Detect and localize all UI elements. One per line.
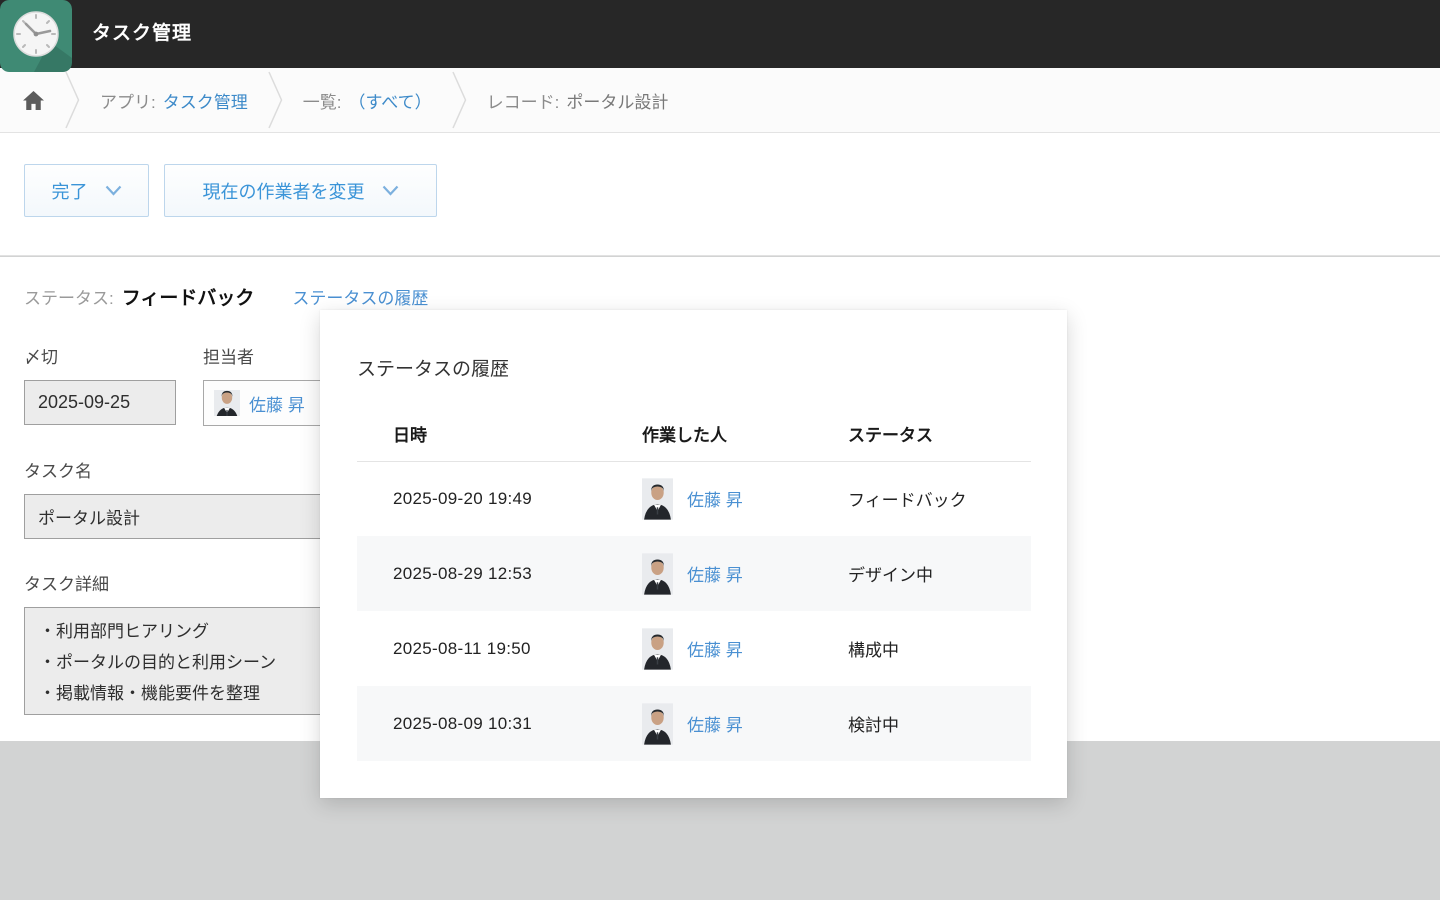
history-datetime: 2025-08-11 19:50 [357, 611, 606, 686]
column-header-datetime: 日時 [357, 412, 606, 461]
table-row: 2025-08-11 19:50 佐藤 昇 構成中 [357, 611, 1031, 686]
user-photo-avatar [642, 702, 673, 746]
breadcrumb-app-link[interactable]: タスク管理 [163, 88, 248, 113]
breadcrumb-app-label: アプリ: [100, 88, 156, 113]
deadline-value: 2025-09-25 [38, 392, 130, 413]
chevron-down-icon [105, 180, 122, 201]
history-status: 検討中 [812, 686, 1031, 761]
user-photo-avatar [214, 390, 240, 416]
chevron-down-icon [382, 180, 399, 201]
status-value: フィードバック [122, 283, 255, 310]
complete-status-button-label: 完了 [52, 178, 88, 204]
deadline-field: 〆切 2025-09-25 [24, 343, 176, 426]
history-datetime: 2025-09-20 19:49 [357, 461, 606, 536]
breadcrumb-record-name: ポータル設計 [566, 88, 668, 113]
deadline-input[interactable]: 2025-09-25 [24, 380, 176, 425]
user-photo-avatar [642, 477, 673, 521]
breadcrumb: アプリ: タスク管理 一覧: （すべて） レコード: ポータル設計 [0, 68, 1440, 133]
history-user-link[interactable]: 佐藤 昇 [687, 486, 743, 511]
history-user-link[interactable]: 佐藤 昇 [687, 711, 743, 736]
change-worker-button[interactable]: 現在の作業者を変更 [164, 164, 437, 217]
breadcrumb-record-label: レコード: [487, 88, 560, 113]
change-worker-button-label: 現在の作業者を変更 [203, 178, 365, 204]
clock-icon [0, 0, 72, 72]
app-header: タスク管理 [0, 0, 1440, 68]
history-user-link[interactable]: 佐藤 昇 [687, 561, 743, 586]
table-row: 2025-09-20 19:49 佐藤 昇 フィードバック [357, 461, 1031, 536]
app-title: タスク管理 [92, 0, 192, 68]
history-user-cell: 佐藤 昇 [642, 477, 812, 521]
history-datetime: 2025-08-09 10:31 [357, 686, 606, 761]
chevron-right-icon [268, 71, 283, 129]
status-label: ステータス: [24, 284, 114, 309]
home-icon[interactable] [22, 90, 45, 111]
history-user-link[interactable]: 佐藤 昇 [687, 636, 743, 661]
user-photo-avatar [642, 627, 673, 671]
status-row: ステータス: フィードバック ステータスの履歴 [24, 283, 1440, 310]
table-row: 2025-08-09 10:31 佐藤 昇 検討中 [357, 686, 1031, 761]
user-photo-avatar [642, 552, 673, 596]
table-row: 2025-08-29 12:53 佐藤 昇 デザイン中 [357, 536, 1031, 611]
task-name-value: ポータル設計 [38, 504, 140, 529]
table-header-row: 日時 作業した人 ステータス [357, 412, 1031, 461]
history-user-cell: 佐藤 昇 [642, 702, 812, 746]
status-history-modal: ステータスの履歴 日時 作業した人 ステータス 2025-09-20 19:49… [320, 310, 1067, 798]
column-header-user: 作業した人 [606, 412, 812, 461]
complete-status-button[interactable]: 完了 [24, 164, 149, 217]
status-history-table: 日時 作業した人 ステータス 2025-09-20 19:49 佐藤 昇 フィー… [357, 412, 1031, 761]
history-user-cell: 佐藤 昇 [642, 552, 812, 596]
chevron-right-icon [65, 71, 80, 129]
deadline-label: 〆切 [24, 343, 176, 368]
assignee-user-link[interactable]: 佐藤 昇 [249, 391, 305, 416]
history-datetime: 2025-08-29 12:53 [357, 536, 606, 611]
status-history-link[interactable]: ステータスの履歴 [292, 284, 428, 309]
status-history-modal-title: ステータスの履歴 [357, 354, 1031, 381]
history-user-cell: 佐藤 昇 [642, 627, 812, 671]
chevron-right-icon [452, 71, 467, 129]
history-status: フィードバック [812, 461, 1031, 536]
breadcrumb-view-label: 一覧: [303, 88, 342, 113]
history-status: デザイン中 [812, 536, 1031, 611]
column-header-status: ステータス [812, 412, 1031, 461]
breadcrumb-view-link[interactable]: （すべて） [348, 88, 431, 113]
history-status: 構成中 [812, 611, 1031, 686]
record-toolbar: 完了 現在の作業者を変更 [0, 133, 1440, 256]
